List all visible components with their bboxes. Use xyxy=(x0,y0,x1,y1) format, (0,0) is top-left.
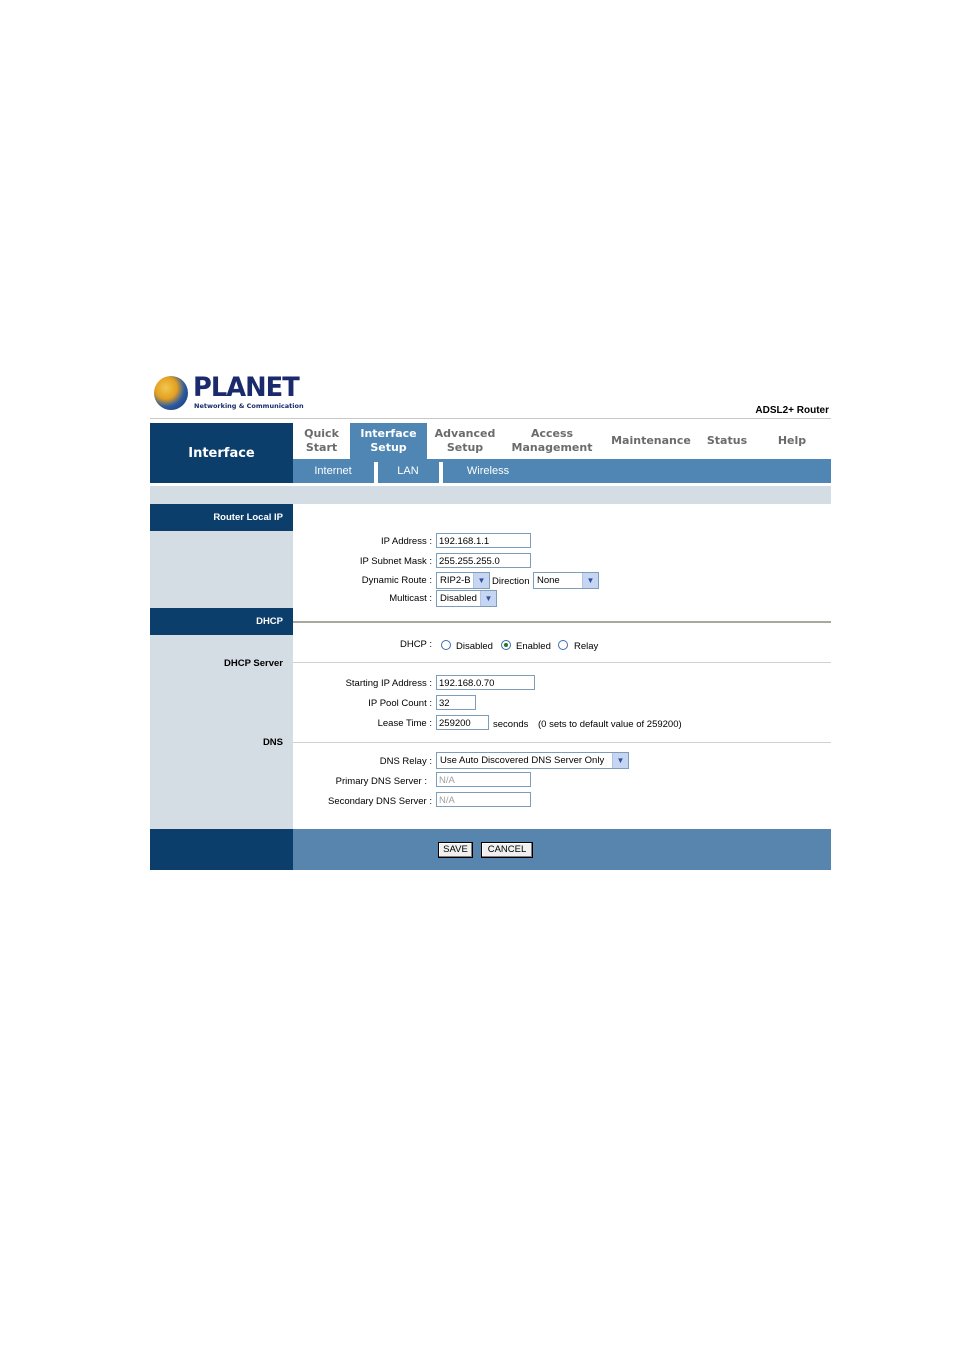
dns-relay-select[interactable]: Use Auto Discovered DNS Server Only ▼ xyxy=(436,752,629,769)
section-divider xyxy=(293,662,831,663)
chevron-down-icon: ▼ xyxy=(473,573,489,588)
multicast-value: Disabled xyxy=(440,593,477,604)
ip-address-input[interactable]: 192.168.1.1 xyxy=(436,533,531,548)
secondary-dns-input[interactable]: N/A xyxy=(436,792,531,807)
dhcp-enabled-radio[interactable] xyxy=(501,640,511,650)
tab-advanced-setup[interactable]: Advanced Setup xyxy=(427,423,503,459)
main-tabs: Quick Start Interface Setup Advanced Set… xyxy=(293,423,831,459)
brand-tagline: Networking & Communication xyxy=(194,402,304,410)
multicast-label: Multicast : xyxy=(389,593,432,604)
direction-select[interactable]: None ▼ xyxy=(533,572,599,589)
chevron-down-icon: ▼ xyxy=(612,753,628,768)
dhcp-relay-radio[interactable] xyxy=(558,640,568,650)
tab-interface-setup[interactable]: Interface Setup xyxy=(350,423,427,459)
dhcp-disabled-radio[interactable] xyxy=(441,640,451,650)
product-name: ADSL2+ Router xyxy=(755,405,829,416)
dhcp-relay-label: Relay xyxy=(574,641,599,652)
section-dhcp: DHCP xyxy=(150,608,293,635)
chevron-down-icon: ▼ xyxy=(582,573,598,588)
subnet-mask-input[interactable]: 255.255.255.0 xyxy=(436,553,531,568)
dynamic-route-select[interactable]: RIP2-B ▼ xyxy=(436,572,490,589)
start-ip-label: Starting IP Address : xyxy=(345,678,432,689)
spacer-bar xyxy=(150,486,831,504)
direction-value: None xyxy=(537,575,560,586)
section-divider xyxy=(293,621,831,623)
save-button[interactable]: SAVE xyxy=(438,842,473,858)
lease-unit: seconds xyxy=(493,719,529,730)
pool-count-label: IP Pool Count : xyxy=(368,698,432,709)
pool-count-input[interactable]: 32 xyxy=(436,695,476,710)
tab-quick-start[interactable]: Quick Start xyxy=(293,423,350,459)
section-dhcp-server: DHCP Server xyxy=(224,658,283,669)
section-divider xyxy=(293,742,831,743)
cancel-button[interactable]: CANCEL xyxy=(481,842,533,858)
dynamic-route-label: Dynamic Route : xyxy=(361,575,432,586)
footer-actions: SAVE CANCEL xyxy=(293,829,831,870)
dns-relay-label: DNS Relay : xyxy=(379,756,432,767)
section-router-local-ip: Router Local IP xyxy=(150,504,293,531)
lease-note: (0 sets to default value of 259200) xyxy=(538,719,682,730)
subtab-internet[interactable]: Internet xyxy=(293,459,373,483)
subtab-lan[interactable]: LAN xyxy=(378,459,438,483)
lease-time-label: Lease Time : xyxy=(377,718,432,729)
tab-maintenance[interactable]: Maintenance xyxy=(601,423,701,459)
dhcp-disabled-label: Disabled xyxy=(456,641,493,652)
direction-label: Direction xyxy=(492,576,530,587)
primary-dns-label: Primary DNS Server : xyxy=(335,776,427,787)
ip-address-label: IP Address : xyxy=(380,536,432,547)
subtab-wireless[interactable]: Wireless xyxy=(443,459,533,483)
planet-logo: PLANET Networking & Communication xyxy=(152,372,304,414)
lease-time-input[interactable]: 259200 xyxy=(436,715,489,730)
tab-status[interactable]: Status xyxy=(701,423,753,459)
primary-dns-input[interactable]: N/A xyxy=(436,772,531,787)
brand-name: PLANET xyxy=(193,372,300,403)
start-ip-input[interactable]: 192.168.0.70 xyxy=(436,675,535,690)
multicast-select[interactable]: Disabled ▼ xyxy=(436,590,497,607)
header-divider xyxy=(150,418,831,419)
globe-logo-icon xyxy=(154,376,188,410)
sub-tabs: Internet LAN Wireless xyxy=(293,459,831,483)
subnet-mask-label: IP Subnet Mask : xyxy=(359,556,432,567)
footer-left xyxy=(150,829,293,870)
dhcp-enabled-label: Enabled xyxy=(516,641,551,652)
tab-help[interactable]: Help xyxy=(753,423,831,459)
dhcp-label: DHCP : xyxy=(399,639,432,650)
tab-access-management[interactable]: Access Management xyxy=(503,423,601,459)
chevron-down-icon: ▼ xyxy=(480,591,496,606)
dns-relay-value: Use Auto Discovered DNS Server Only xyxy=(440,755,605,766)
secondary-dns-label: Secondary DNS Server : xyxy=(327,796,432,807)
section-title: Interface xyxy=(150,423,293,483)
dynamic-route-value: RIP2-B xyxy=(440,575,471,586)
section-dns: DNS xyxy=(262,737,283,748)
router-web-ui: PLANET Networking & Communication ADSL2+… xyxy=(150,372,831,870)
